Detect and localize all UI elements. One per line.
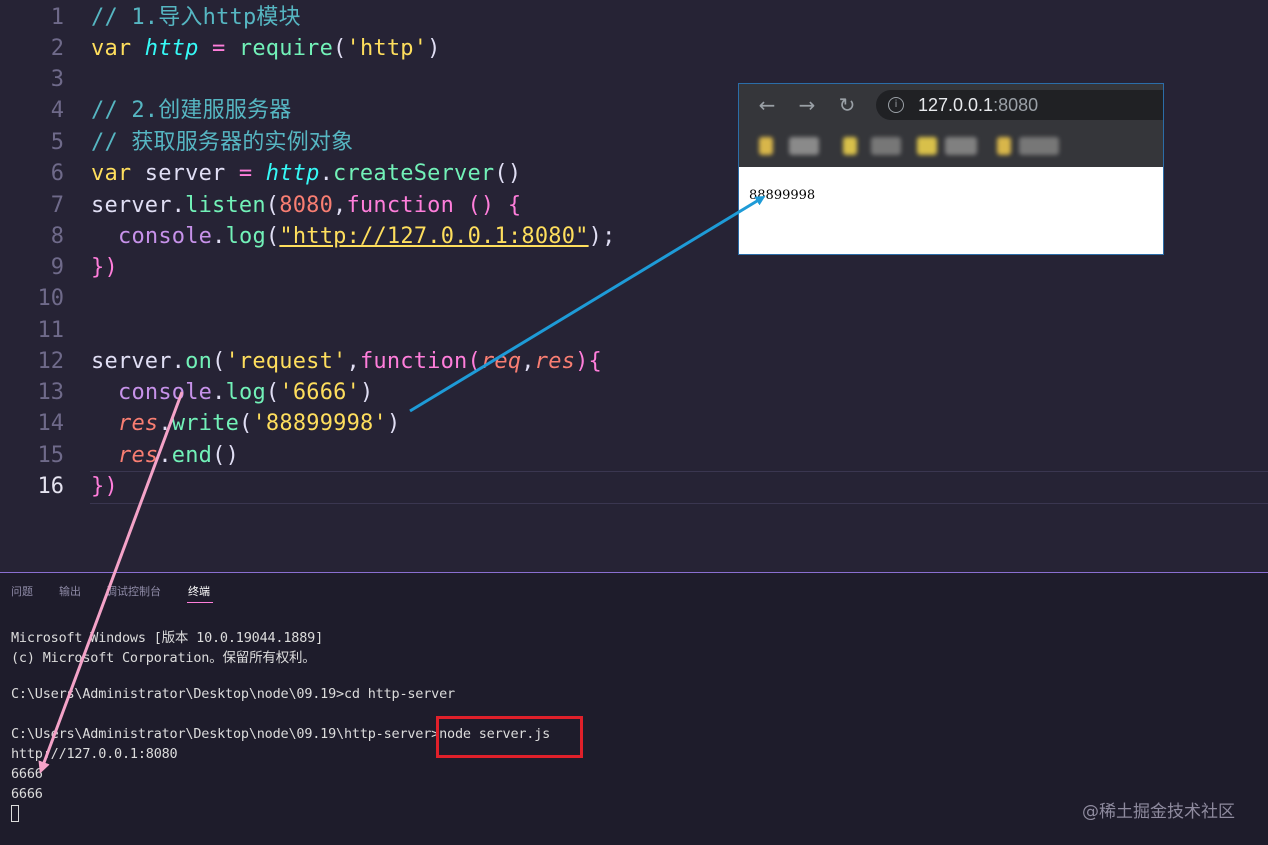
line-number: 7 bbox=[50, 193, 64, 218]
code-text[interactable]: }) bbox=[91, 252, 118, 283]
terminal-line: http://127.0.0.1:8080 bbox=[11, 746, 178, 762]
code-line-9[interactable]: 9 }) bbox=[0, 252, 1268, 283]
blurred-bookmark bbox=[945, 137, 977, 155]
line-number: 2 bbox=[50, 36, 64, 61]
line-number: 13 bbox=[37, 380, 65, 405]
browser-toolbar: ← → ↻ i 127.0.0.1:8080 bbox=[739, 84, 1163, 127]
highlight-box bbox=[436, 716, 583, 758]
reload-icon[interactable]: ↻ bbox=[834, 92, 860, 118]
code-text[interactable]: }) bbox=[91, 471, 118, 502]
code-text[interactable]: res.end() bbox=[118, 440, 239, 471]
bottom-panel: 问题 输出 调试控制台 终端 bbox=[0, 572, 1268, 845]
watermark: @稀土掘金技术社区 bbox=[1082, 802, 1235, 822]
line-number: 9 bbox=[50, 255, 64, 280]
active-tab-indicator bbox=[187, 602, 213, 603]
line-number: 10 bbox=[37, 286, 65, 311]
browser-page: 88899998 bbox=[739, 167, 1163, 254]
code-line-10[interactable]: 10 bbox=[0, 283, 1268, 314]
code-line-1[interactable]: 1 // 1.导入http模块 bbox=[0, 2, 1268, 33]
line-number: 15 bbox=[37, 443, 65, 468]
code-text[interactable]: server.on('request',function(req,res){ bbox=[91, 346, 602, 377]
forward-icon[interactable]: → bbox=[794, 92, 820, 118]
code-line-2[interactable]: 2 var http = require('http') bbox=[0, 33, 1268, 64]
code-text[interactable]: console.log('6666') bbox=[118, 377, 374, 408]
line-number: 8 bbox=[50, 224, 64, 249]
bookmarks-bar-blurred bbox=[739, 127, 1163, 167]
code-line-14[interactable]: 14 res.write('88899998') bbox=[0, 408, 1268, 439]
terminal-line: 6666 bbox=[11, 766, 43, 782]
line-number: 11 bbox=[37, 318, 65, 343]
terminal-line: Microsoft Windows [版本 10.0.19044.1889] bbox=[11, 630, 323, 646]
browser-window: ← → ↻ i 127.0.0.1:8080 88899998 bbox=[739, 84, 1163, 254]
info-icon[interactable]: i bbox=[888, 97, 904, 113]
terminal-cursor[interactable] bbox=[11, 805, 19, 822]
blurred-bookmark bbox=[871, 137, 901, 155]
line-number: 12 bbox=[37, 349, 65, 374]
code-text[interactable]: server.listen(8080,function () { bbox=[91, 190, 521, 221]
code-text[interactable]: res.write('88899998') bbox=[118, 408, 400, 439]
blurred-bookmark bbox=[1019, 137, 1059, 155]
code-text[interactable]: var http = require('http') bbox=[91, 33, 441, 64]
terminal-line: 6666 bbox=[11, 786, 43, 802]
blurred-bookmark bbox=[789, 137, 819, 155]
blurred-bookmark bbox=[997, 137, 1011, 155]
code-text[interactable]: console.log("http://127.0.0.1:8080"); bbox=[118, 221, 616, 252]
line-number: 5 bbox=[50, 130, 64, 155]
terminal-line: (c) Microsoft Corporation。保留所有权利。 bbox=[11, 650, 316, 666]
code-text[interactable]: // 获取服务器的实例对象 bbox=[91, 127, 353, 158]
code-text[interactable]: // 2.创建服服务器 bbox=[91, 95, 291, 126]
response-text: 88899998 bbox=[749, 188, 816, 203]
line-number: 16 bbox=[37, 474, 65, 499]
blurred-bookmark bbox=[843, 137, 857, 155]
blurred-bookmark bbox=[917, 137, 937, 155]
code-text[interactable]: // 1.导入http模块 bbox=[91, 2, 301, 33]
address-bar[interactable]: i 127.0.0.1:8080 bbox=[876, 90, 1163, 120]
address-url[interactable]: 127.0.0.1:8080 bbox=[918, 95, 1038, 116]
line-number: 6 bbox=[50, 161, 64, 186]
line-number: 4 bbox=[50, 98, 64, 123]
tab-problems[interactable]: 问题 bbox=[11, 583, 33, 599]
tab-output[interactable]: 输出 bbox=[59, 583, 81, 599]
code-line-12[interactable]: 12 server.on('request',function(req,res)… bbox=[0, 346, 1268, 377]
code-line-11[interactable]: 11 bbox=[0, 315, 1268, 346]
line-number: 1 bbox=[50, 5, 64, 30]
terminal-line: C:\Users\Administrator\Desktop\node\09.1… bbox=[11, 686, 455, 702]
code-line-13[interactable]: 13 console.log('6666') bbox=[0, 377, 1268, 408]
code-line-15[interactable]: 15 res.end() bbox=[0, 440, 1268, 471]
code-text[interactable]: var server = http.createServer() bbox=[91, 158, 521, 189]
code-line-16[interactable]: 16 }) bbox=[0, 471, 1268, 502]
line-number: 3 bbox=[50, 67, 64, 92]
blurred-bookmark bbox=[759, 137, 773, 155]
tab-terminal[interactable]: 终端 bbox=[188, 583, 210, 599]
line-number: 14 bbox=[37, 411, 65, 436]
tab-debug-console[interactable]: 调试控制台 bbox=[106, 583, 161, 599]
back-icon[interactable]: ← bbox=[754, 92, 780, 118]
